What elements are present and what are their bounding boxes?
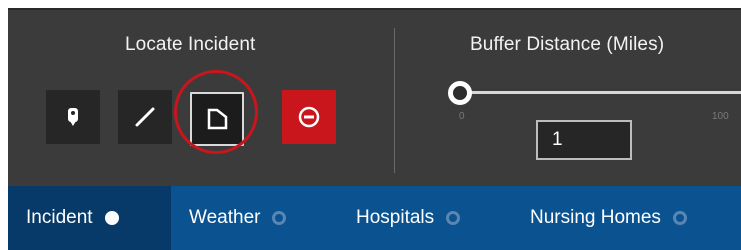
tab-nursing-homes[interactable]: Nursing Homes <box>530 186 687 250</box>
buffer-distance-title: Buffer Distance (Miles) <box>470 34 665 55</box>
tab-incident-label: Incident <box>26 207 93 228</box>
slider-min-label: 0 <box>459 111 465 122</box>
tab-hospitals-label: Hospitals <box>356 207 435 228</box>
line-draw-icon <box>135 107 155 127</box>
radio-unselected-icon <box>672 211 687 225</box>
tab-bar: Incident Weather Hospitals Nursing Homes <box>8 186 741 250</box>
buffer-distance-input[interactable] <box>536 120 632 160</box>
map-pin-icon <box>68 108 78 126</box>
point-tool-button[interactable] <box>46 90 100 144</box>
tab-incident[interactable]: Incident <box>26 186 119 250</box>
radio-unselected-icon <box>272 211 287 225</box>
radio-selected-icon <box>104 211 119 225</box>
clear-minus-circle-icon <box>298 106 320 128</box>
section-divider <box>394 28 395 173</box>
buffer-slider-track[interactable] <box>454 91 741 94</box>
tab-weather-label: Weather <box>189 207 261 228</box>
slider-max-label: 100 <box>712 111 729 122</box>
tool-panel: Locate Incident Buffer Distance (Miles) <box>8 8 741 188</box>
clear-tool-button[interactable] <box>282 90 336 144</box>
app-frame: Locate Incident Buffer Distance (Miles) <box>0 0 741 250</box>
tab-nursing-homes-label: Nursing Homes <box>530 207 661 228</box>
line-tool-button[interactable] <box>118 90 172 144</box>
polygon-draw-icon <box>207 108 228 130</box>
tab-hospitals[interactable]: Hospitals <box>356 186 461 250</box>
radio-unselected-icon <box>446 211 461 225</box>
polygon-tool-button[interactable] <box>190 92 244 146</box>
tab-weather[interactable]: Weather <box>189 186 287 250</box>
buffer-slider-handle[interactable] <box>448 81 472 105</box>
locate-incident-title: Locate Incident <box>125 34 256 55</box>
